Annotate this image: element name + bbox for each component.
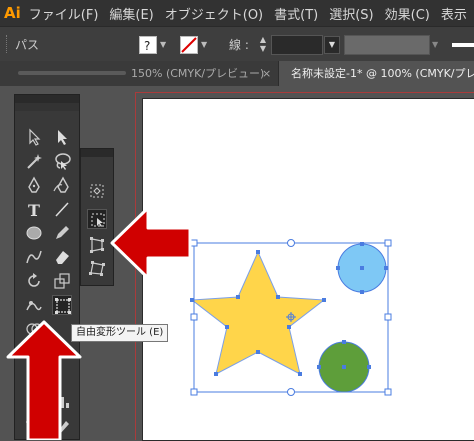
annotation-arrows xyxy=(6,206,192,440)
left-arrow-icon xyxy=(110,206,192,280)
up-arrow-icon xyxy=(6,320,82,440)
